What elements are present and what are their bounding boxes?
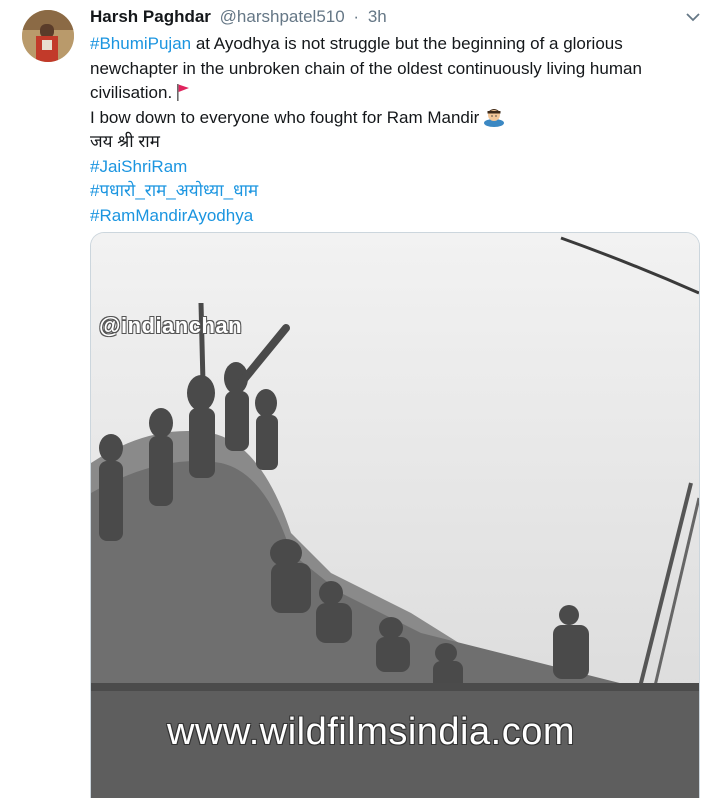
avatar[interactable]: [22, 10, 74, 62]
tweet-line-5: जय श्री राम: [90, 132, 160, 151]
tweet-text-segment: civilisation.: [90, 83, 173, 102]
separator-dot: ·: [353, 7, 360, 26]
tweet-line-3: civilisation.: [90, 81, 700, 106]
person-bowing-icon: [484, 108, 505, 127]
tweet-text-segment: at Ayodhya is not struggle but the begin…: [191, 34, 623, 53]
video-watermark-top: @indianchan: [99, 313, 243, 338]
tweet-text: #BhumiPujan at Ayodhya is not struggle b…: [90, 32, 700, 228]
video-media[interactable]: @indianchan www.wildfilmsindia.com: [90, 232, 700, 798]
author-name[interactable]: Harsh Paghdar: [90, 7, 211, 26]
hashtag-link[interactable]: #पधारो_राम_अयोध्या_धाम: [90, 179, 700, 204]
hashtag-link[interactable]: #RamMandirAyodhya: [90, 204, 700, 229]
tweet-line-1: #BhumiPujan at Ayodhya is not struggle b…: [90, 32, 700, 57]
author-handle[interactable]: @harshpatel510: [220, 7, 345, 26]
triangular-flag-icon: [177, 84, 190, 101]
tweet[interactable]: Harsh Paghdar @harshpatel510 · 3h #Bhumi…: [0, 0, 720, 798]
chevron-down-icon[interactable]: [684, 10, 702, 24]
tweet-line-4: I bow down to everyone who fought for Ra…: [90, 106, 700, 131]
tweet-text-segment: I bow down to everyone who fought for Ra…: [90, 107, 480, 127]
timestamp[interactable]: 3h: [368, 7, 387, 26]
avatar-image: [22, 10, 74, 62]
hashtag-link[interactable]: #JaiShriRam: [90, 155, 700, 180]
tweet-header: Harsh Paghdar @harshpatel510 · 3h: [90, 6, 680, 30]
hashtag-link[interactable]: #BhumiPujan: [90, 34, 191, 53]
video-watermark-bottom: www.wildfilmsindia.com: [167, 711, 575, 753]
tweet-line-2: newchapter in the unbroken chain of the …: [90, 58, 642, 78]
